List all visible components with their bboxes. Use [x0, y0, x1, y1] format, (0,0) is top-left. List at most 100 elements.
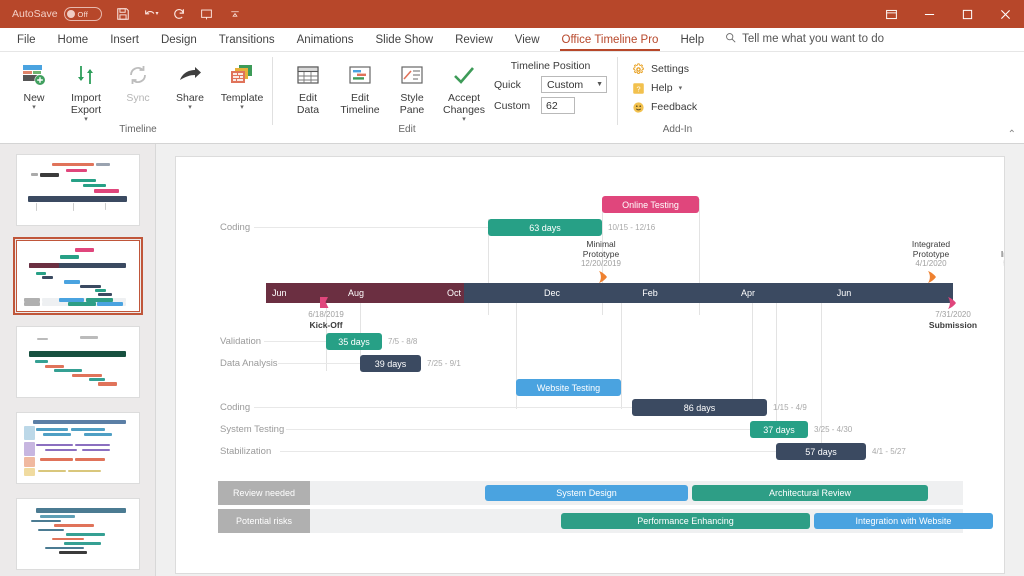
save-icon[interactable] [110, 3, 136, 25]
close-button[interactable] [986, 0, 1024, 28]
autosave-toggle[interactable]: Off [64, 7, 102, 21]
redo-icon[interactable] [166, 3, 192, 25]
template-caret-icon[interactable]: ▾ [240, 104, 244, 111]
milestone-label-minimal-prototype: Minimal Prototype 12/20/2019 [546, 239, 656, 269]
new-timeline-label: New [23, 90, 44, 104]
ribbon-display-options-button[interactable] [872, 0, 910, 28]
quick-access-toolbar: AutoSave Off ▾ [6, 3, 248, 25]
ribbon-group-edit-label: Edit [282, 124, 532, 138]
edit-timeline-label: Edit Timeline [340, 90, 379, 116]
gantt-bar-online-testing[interactable]: Online Testing [602, 196, 699, 213]
help-label: Help [651, 82, 673, 94]
tab-file[interactable]: File [6, 31, 47, 51]
tab-review[interactable]: Review [444, 31, 504, 51]
new-timeline-button[interactable]: New ▾ [8, 56, 60, 111]
milestone-label-kickoff: 6/18/2019 Kick-Off [271, 310, 381, 330]
customize-quick-access-toolbar-icon[interactable] [222, 3, 248, 25]
gantt-bar-label: Website Testing [537, 383, 600, 393]
gantt-bar-dates-37: 3/25 - 4/30 [814, 425, 852, 434]
help-icon: ? [631, 81, 645, 95]
milestone-label-submission: 7/31/2020 Submission [898, 310, 1005, 330]
new-timeline-caret-icon[interactable]: ▾ [32, 104, 36, 111]
milestone-date: 7/31/2020 [898, 310, 1005, 320]
swimlane-track: Performance Enhancing Integration with W… [310, 509, 963, 533]
tab-transitions[interactable]: Transitions [208, 31, 286, 51]
slide-thumbnail-5[interactable] [16, 498, 140, 570]
gantt-bar-website-testing[interactable]: Website Testing [516, 379, 621, 396]
thumbnail-preview [20, 502, 136, 566]
help-caret-icon[interactable]: ▾ [679, 85, 683, 92]
tab-help[interactable]: Help [669, 31, 715, 51]
import-export-button[interactable]: Import Export ▾ [60, 56, 112, 123]
slide-thumbnail-pane[interactable] [0, 144, 156, 576]
tab-design[interactable]: Design [150, 31, 208, 51]
tab-animations[interactable]: Animations [286, 31, 365, 51]
current-slide[interactable]: Coding 63 days 10/15 - 12/16 Online Test… [175, 156, 1005, 574]
help-button[interactable]: ? Help ▾ [631, 81, 697, 95]
gantt-bar-37-days[interactable]: 37 days [750, 421, 808, 438]
minimize-button[interactable] [910, 0, 948, 28]
gantt-bar-86-days[interactable]: 86 days [632, 399, 767, 416]
template-button[interactable]: Template ▾ [216, 56, 268, 111]
slide-thumbnail-3[interactable] [16, 326, 140, 398]
share-button[interactable]: Share ▾ [164, 56, 216, 111]
gantt-bar-35-days[interactable]: 35 days [326, 333, 382, 350]
autosave-control[interactable]: AutoSave Off [6, 4, 108, 24]
quick-position-select[interactable]: Custom ▼ [541, 76, 607, 93]
swimlane-bar-performance-enhancing[interactable]: Performance Enhancing [561, 513, 810, 529]
gantt-row-line [280, 451, 776, 452]
import-export-caret-icon[interactable]: ▾ [84, 116, 88, 123]
share-caret-icon[interactable]: ▾ [188, 104, 192, 111]
window-controls [872, 0, 1024, 28]
tell-me-placeholder: Tell me what you want to do [742, 33, 884, 45]
gantt-bar-label: 35 days [338, 337, 370, 347]
style-pane-button[interactable]: Style Pane [386, 56, 438, 116]
tab-slide-show[interactable]: Slide Show [365, 31, 445, 51]
swimlane-bar-architectural-review[interactable]: Architectural Review [692, 485, 928, 501]
gantt-row-line [264, 341, 326, 342]
tab-insert[interactable]: Insert [99, 31, 150, 51]
style-pane-icon [400, 60, 424, 90]
edit-timeline-button[interactable]: Edit Timeline [334, 56, 386, 116]
chevron-down-icon: ▼ [596, 81, 603, 88]
tab-home[interactable]: Home [47, 31, 100, 51]
settings-button[interactable]: Settings [631, 62, 697, 76]
undo-icon[interactable]: ▾ [138, 3, 164, 25]
autosave-toggle-knob [67, 10, 75, 18]
import-export-icon [74, 60, 98, 90]
start-slideshow-icon[interactable] [194, 3, 220, 25]
gantt-bar-57-days[interactable]: 57 days [776, 443, 866, 460]
tell-me-search[interactable]: Tell me what you want to do [715, 29, 894, 51]
tab-view[interactable]: View [504, 31, 551, 51]
gantt-bar-label: 57 days [805, 447, 837, 457]
gantt-bar-39-days[interactable]: 39 days [360, 355, 421, 372]
gantt-row-label-validation: Validation [220, 336, 261, 347]
feedback-button[interactable]: Feedback [631, 100, 697, 114]
axis-month-oct: Oct [434, 283, 474, 303]
gantt-row-line [254, 227, 489, 228]
edit-data-button[interactable]: Edit Data [282, 56, 334, 116]
slide-thumbnail-1[interactable] [16, 154, 140, 226]
swimlane-bar-label: Architectural Review [769, 488, 851, 498]
ribbon-group-add-in-label: Add-In [625, 124, 730, 138]
collapse-ribbon-icon[interactable]: ⌃ [1008, 129, 1016, 140]
edit-data-icon [296, 60, 320, 90]
swimlane-bar-system-design[interactable]: System Design [485, 485, 688, 501]
gantt-bar-63-days[interactable]: 63 days [488, 219, 602, 236]
tab-office-timeline-pro[interactable]: Office Timeline Pro [551, 31, 670, 51]
slide-thumbnail-2[interactable] [16, 240, 140, 312]
new-timeline-icon [21, 60, 47, 90]
milestone-name: Kick-Off [271, 320, 381, 330]
sync-label: Sync [126, 90, 149, 104]
slide-editing-area[interactable]: Coding 63 days 10/15 - 12/16 Online Test… [156, 144, 1024, 576]
accept-changes-button[interactable]: Accept Changes ▾ [438, 56, 490, 123]
accept-changes-caret-icon[interactable]: ▾ [462, 116, 466, 123]
milestone-name-line1: Integration [966, 249, 1005, 259]
maximize-button[interactable] [948, 0, 986, 28]
custom-position-input[interactable]: 62 [541, 97, 575, 114]
slide-thumbnail-4[interactable] [16, 412, 140, 484]
swimlane-bar-label: System Design [556, 488, 617, 498]
swimlane-bar-integration-with-website[interactable]: Integration with Website [814, 513, 993, 529]
milestone-date: 5/21/2020 [966, 259, 1005, 269]
gantt-row-line [286, 429, 750, 430]
